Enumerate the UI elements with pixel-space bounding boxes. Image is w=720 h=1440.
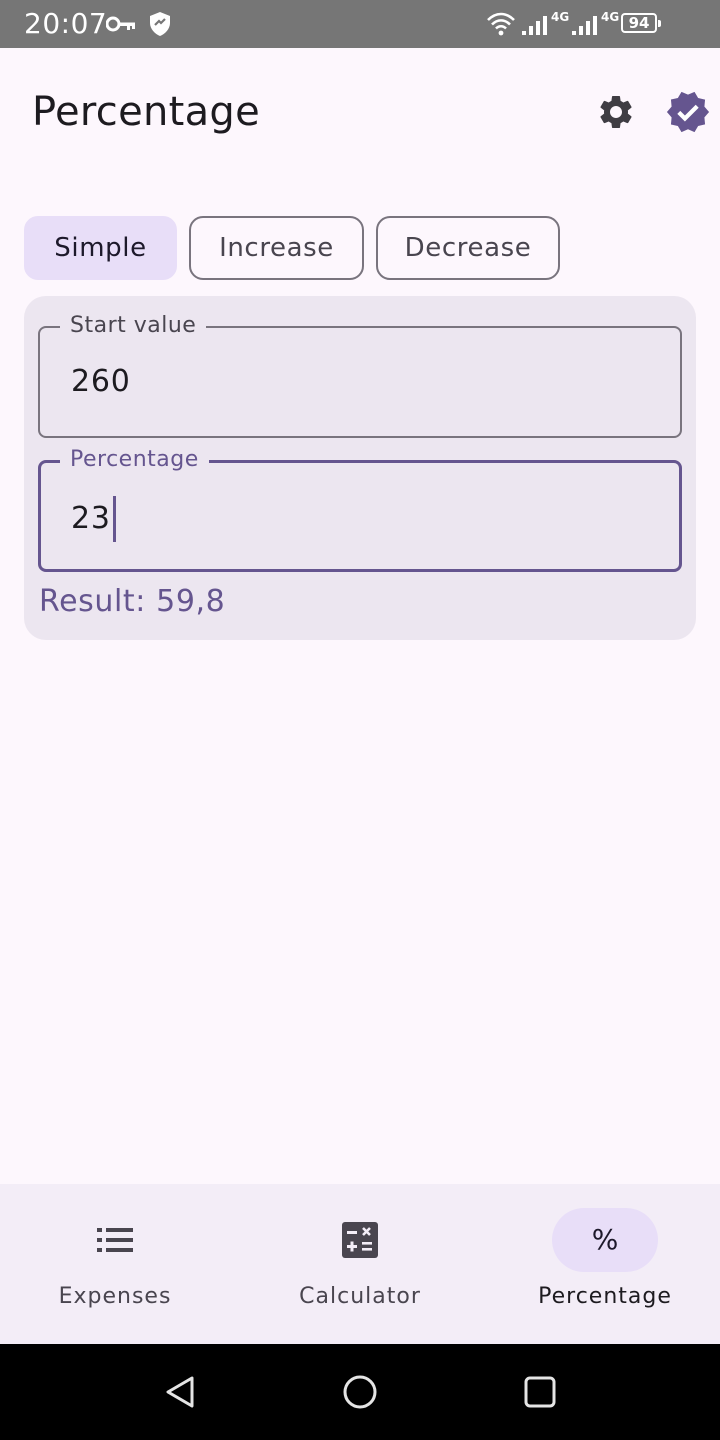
nav-item-expenses[interactable]: Expenses: [0, 1184, 240, 1344]
signal-icon-2: [572, 16, 597, 35]
bottom-navigation: Expenses Calculator % Percentage: [0, 1184, 720, 1344]
system-back-button[interactable]: [156, 1368, 204, 1416]
calculator-icon: [342, 1222, 378, 1258]
nav-label-expenses: Expenses: [58, 1284, 172, 1309]
recents-square-icon: [524, 1376, 556, 1408]
list-icon: [97, 1228, 133, 1252]
nav-item-percentage[interactable]: % Percentage: [480, 1184, 720, 1344]
system-home-button[interactable]: [336, 1368, 384, 1416]
result-text: Result: 59,8: [39, 584, 226, 619]
percent-icon: %: [591, 1223, 619, 1256]
nav-item-calculator[interactable]: Calculator: [240, 1184, 480, 1344]
start-value-label: Start value: [60, 310, 207, 342]
signal-icon-1: [522, 16, 547, 35]
verified-badge-icon: [666, 91, 710, 133]
percentage-field[interactable]: Percentage 23: [38, 444, 682, 572]
status-bar: 20:07 4G 4G 94: [0, 0, 720, 48]
percentage-input[interactable]: 23: [71, 499, 111, 539]
page-title: Percentage: [32, 89, 261, 135]
network-type-1: 4G: [551, 10, 570, 24]
segment-increase[interactable]: Increase: [189, 216, 364, 280]
nav-label-calculator: Calculator: [299, 1284, 421, 1309]
app-screen: 20:07 4G 4G 94 Percentage Simple Increas…: [0, 0, 720, 1440]
battery-level: 94: [628, 14, 650, 32]
system-recents-button[interactable]: [516, 1368, 564, 1416]
system-navigation-bar: [0, 1344, 720, 1440]
gear-icon: [600, 95, 632, 128]
start-value-field[interactable]: Start value 260: [38, 310, 682, 438]
home-circle-icon: [343, 1375, 377, 1409]
status-time: 20:07: [24, 7, 108, 40]
settings-button[interactable]: [588, 84, 644, 140]
percentage-label: Percentage: [60, 444, 209, 476]
shield-icon: [150, 12, 170, 36]
verified-button[interactable]: [660, 84, 716, 140]
network-type-2: 4G: [601, 10, 620, 24]
segment-decrease[interactable]: Decrease: [376, 216, 560, 280]
wifi-icon: [487, 12, 515, 36]
calculation-card: Start value 260 Percentage 23 Result: 59…: [24, 296, 696, 640]
start-value-input[interactable]: 260: [71, 362, 131, 402]
segment-simple[interactable]: Simple: [24, 216, 177, 280]
text-cursor: [112, 496, 116, 542]
back-triangle-icon: [166, 1376, 194, 1408]
vpn-key-icon: [106, 16, 135, 32]
battery-icon: 94: [621, 13, 661, 33]
nav-label-percentage: Percentage: [538, 1284, 672, 1309]
